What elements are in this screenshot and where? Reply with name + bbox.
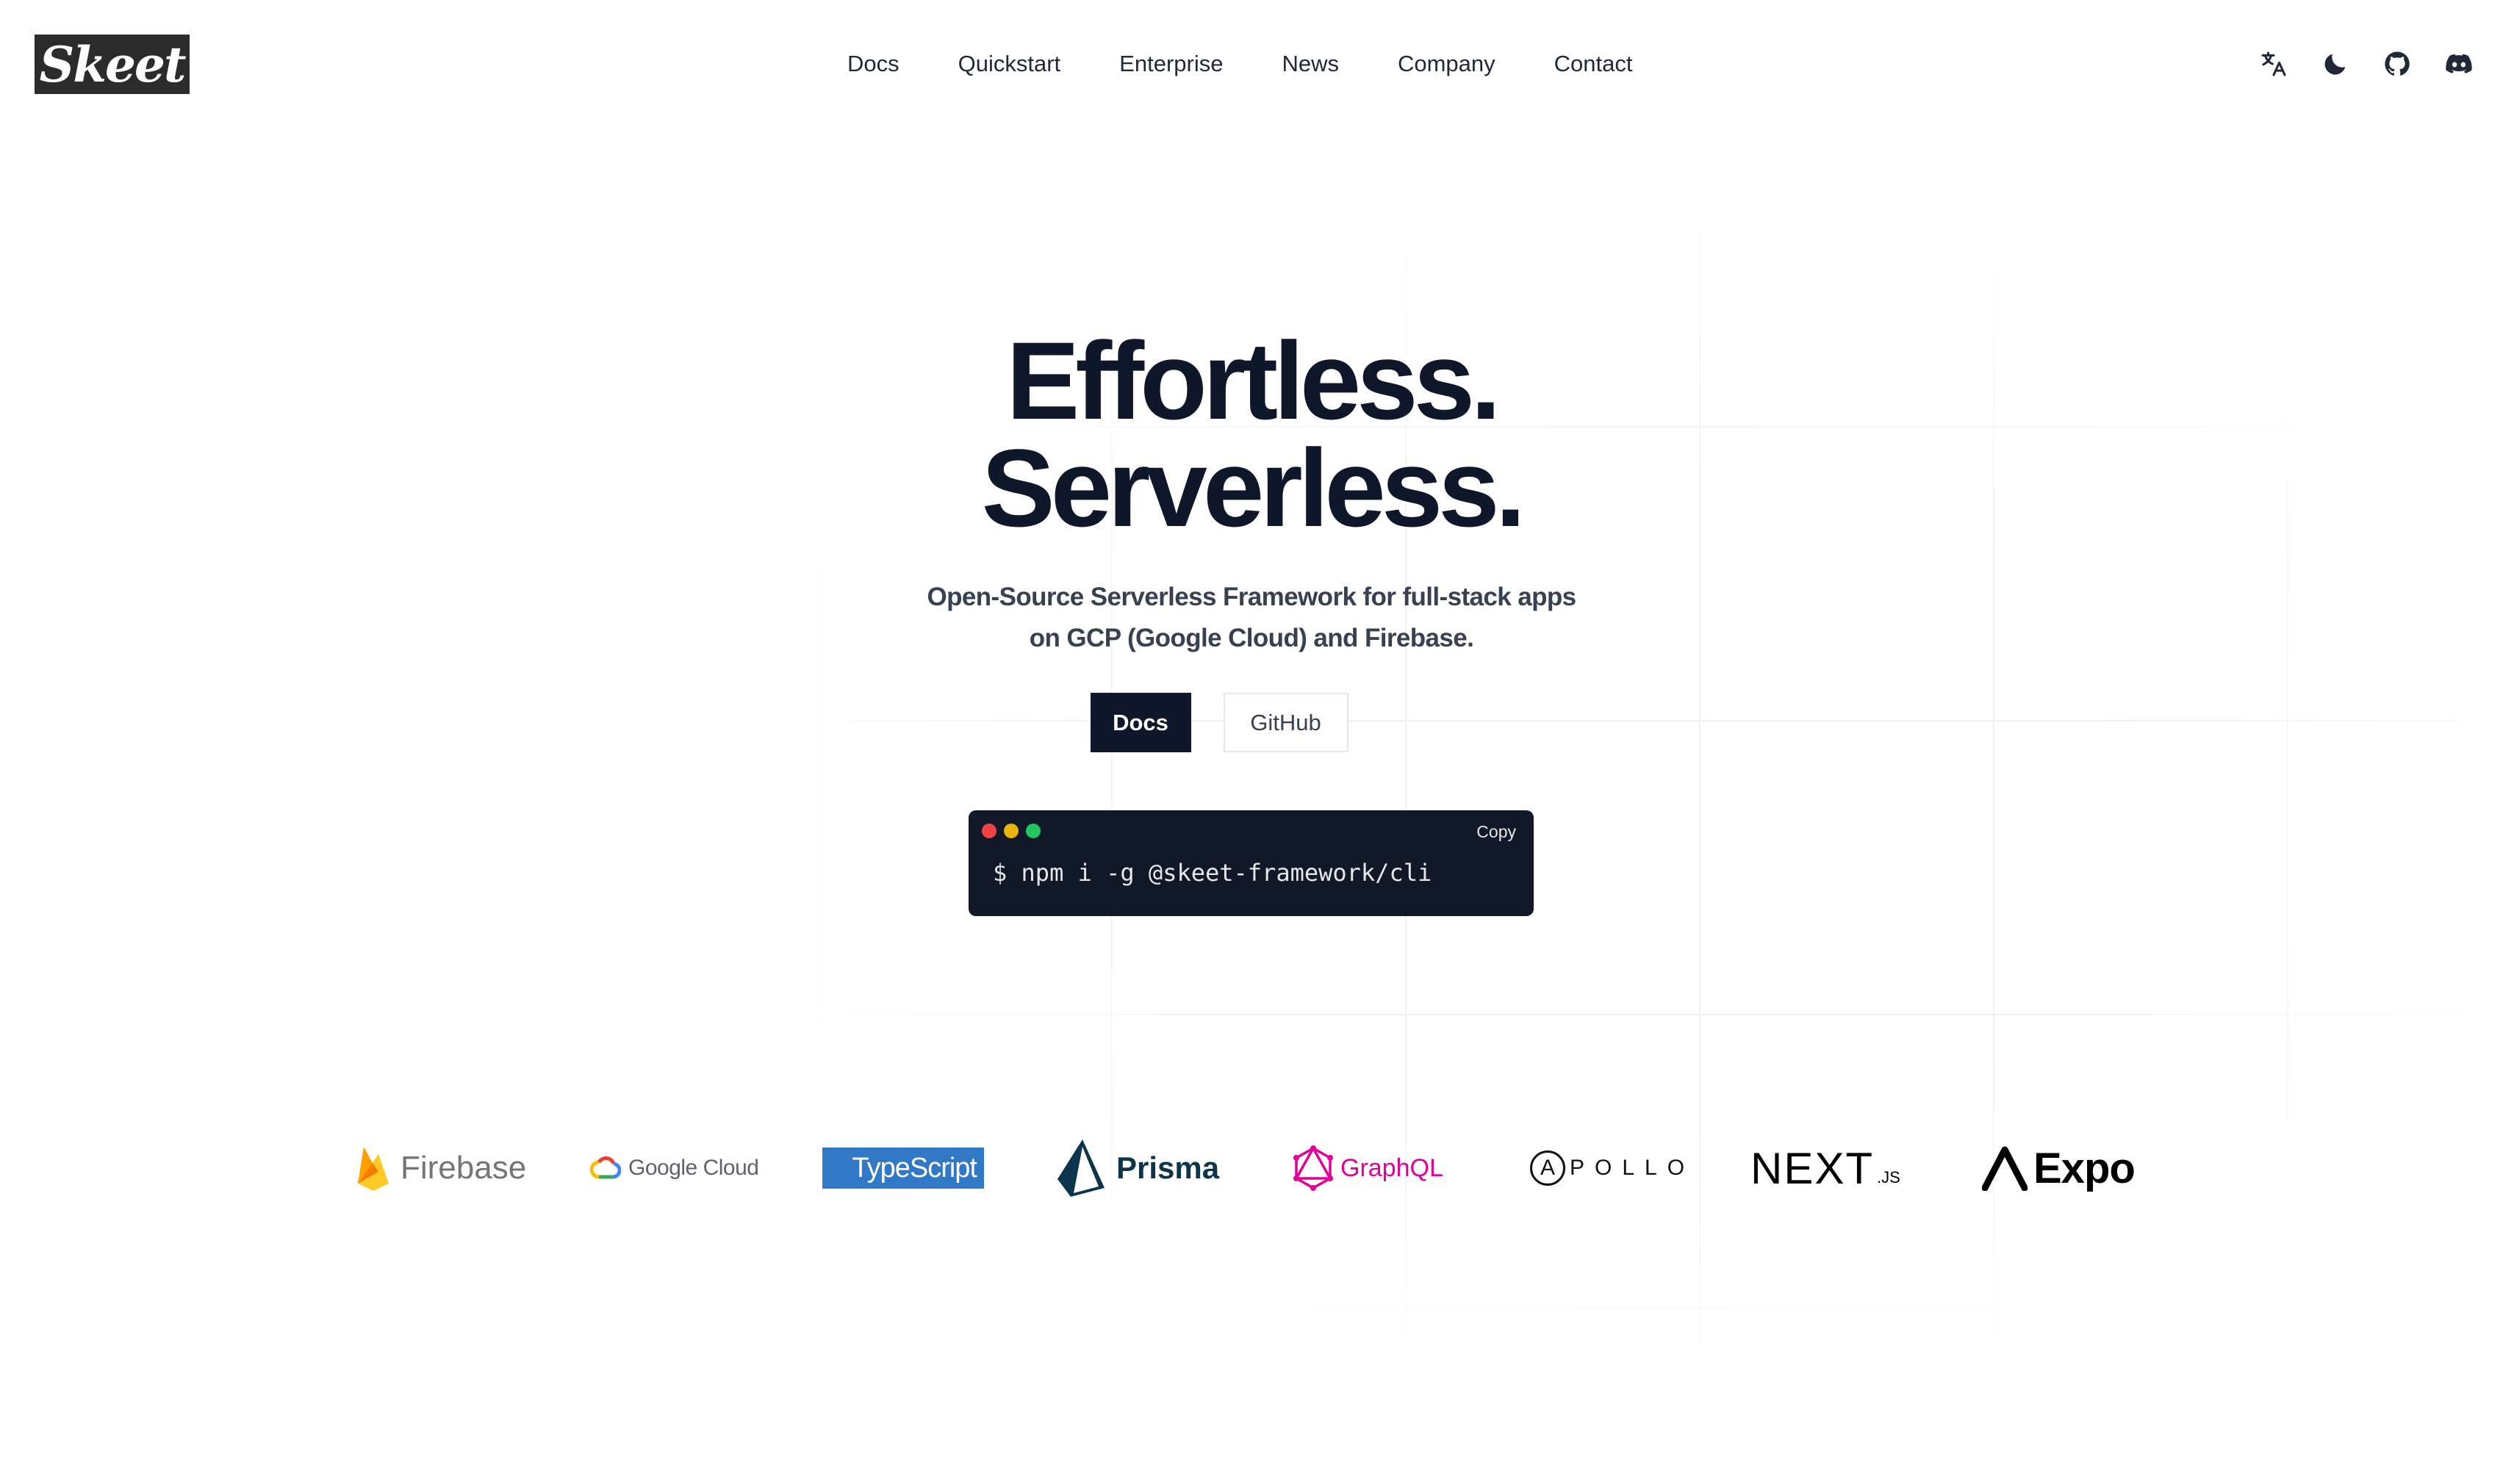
hero-subtitle-line-1: Open-Source Serverless Framework for ful… [927,583,1576,611]
firebase-flame-icon [358,1147,389,1191]
nav-contact[interactable]: Contact [1554,51,1633,77]
prisma-triangle-icon [1057,1139,1105,1197]
hero-title: Effortless. Serverless. [0,319,2503,550]
nav-quickstart[interactable]: Quickstart [958,51,1061,77]
graphql-hexagon-icon [1293,1145,1333,1191]
cta-buttons: Docs GitHub [0,693,2503,752]
apollo-logo: A POLLO [1530,1131,1695,1205]
close-dot [982,824,996,838]
moon-icon[interactable] [2321,49,2350,79]
prisma-label: Prisma [1116,1150,1220,1185]
hero-subtitle: Open-Source Serverless Framework for ful… [0,577,2503,659]
docs-button[interactable]: Docs [1090,693,1191,752]
graphql-logo: GraphQL [1292,1131,1443,1205]
nextjs-suffix: .JS [1877,1168,1900,1186]
apollo-label: POLLO [1570,1156,1695,1180]
copy-button[interactable]: Copy [1476,822,1516,842]
hero-title-line-1: Effortless. [1006,319,1501,442]
expo-label: Expo [2033,1144,2136,1192]
nextjs-logo: NEXT .JS [1750,1131,1900,1205]
discord-icon[interactable] [2444,49,2474,79]
github-icon[interactable] [2382,49,2412,79]
skeet-logo[interactable]: Skeet [35,35,190,94]
nav-news[interactable]: News [1282,51,1339,77]
expo-chevron-icon [1982,1146,2028,1191]
expo-logo: Expo [1982,1131,2136,1205]
typescript-label: TypeScript [852,1152,977,1184]
header-icons [2259,46,2474,82]
typescript-badge: TypeScript [822,1148,984,1189]
main-nav: Docs Quickstart Enterprise News Company … [847,46,1633,82]
nav-docs[interactable]: Docs [847,51,899,77]
google-cloud-label: Google Cloud [628,1156,759,1180]
google-cloud-icon [590,1156,621,1179]
nav-company[interactable]: Company [1398,51,1495,77]
github-button[interactable]: GitHub [1223,693,1349,752]
translate-icon[interactable] [2259,49,2288,79]
prisma-logo: Prisma [1055,1131,1219,1205]
google-cloud-logo: Google Cloud [590,1131,759,1205]
firebase-label: Firebase [401,1150,527,1186]
firebase-logo: Firebase [356,1131,526,1205]
install-terminal: Copy $ npm i -g @skeet-framework/cli [969,810,1534,916]
apollo-a-mark: A [1530,1150,1565,1186]
tech-logos: Firebase Google Cloud TypeScript Prisma [356,1131,2150,1205]
window-dots [982,824,1041,838]
nav-enterprise[interactable]: Enterprise [1119,51,1223,77]
install-command: $ npm i -g @skeet-framework/cli [993,859,1432,887]
hero-title-line-2: Serverless. [981,426,1526,550]
minimize-dot [1004,824,1019,838]
maximize-dot [1026,824,1041,838]
site-header: Skeet Docs Quickstart Enterprise News Co… [0,0,2503,132]
typescript-logo: TypeScript [822,1131,984,1205]
nextjs-label: NEXT [1750,1143,1875,1193]
graphql-label: GraphQL [1340,1153,1443,1182]
hero-subtitle-line-2: on GCP (Google Cloud) and Firebase. [1029,624,1474,652]
